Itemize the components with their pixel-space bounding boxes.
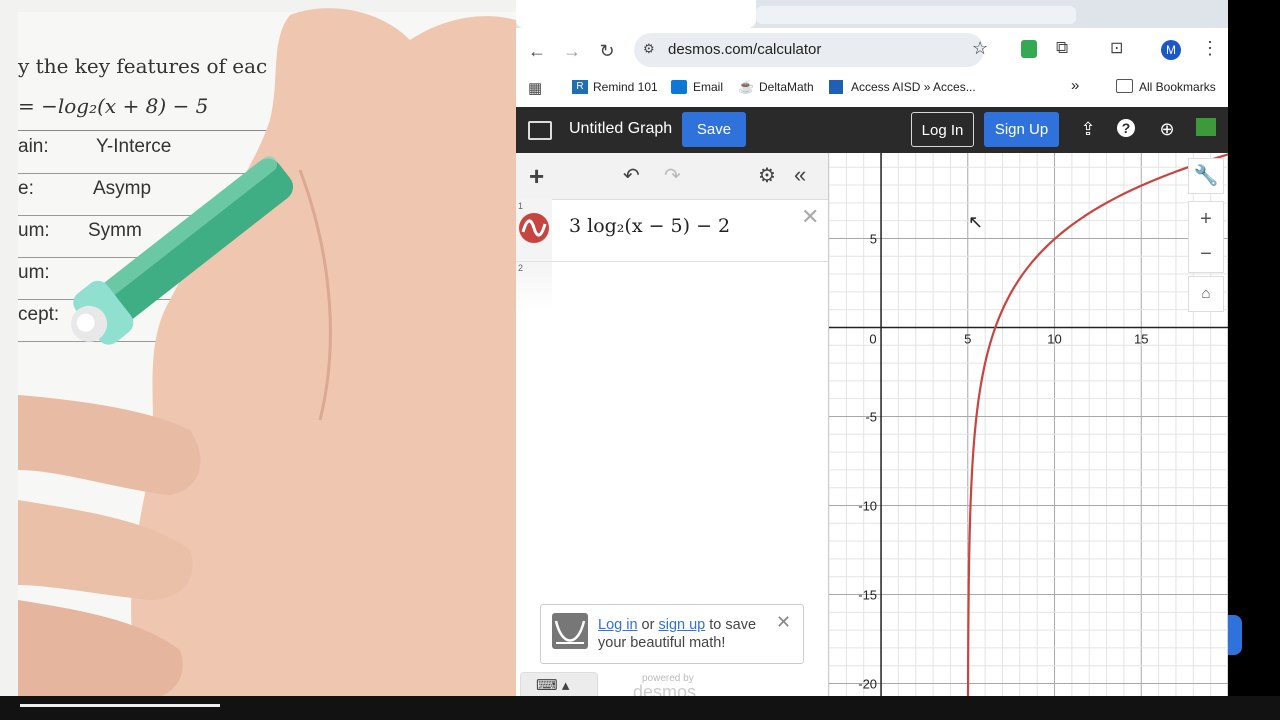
curve-color-icon[interactable] — [518, 212, 550, 244]
bookmark-aisd[interactable]: Access AISD » Acces... — [851, 80, 976, 94]
y-tick-label: -20 — [858, 677, 877, 692]
delete-expression-icon[interactable]: ✕ — [801, 204, 819, 230]
y-tick-label: -5 — [865, 409, 877, 424]
save-button[interactable]: Save — [682, 112, 746, 147]
extension-icon[interactable] — [1021, 40, 1037, 58]
x-tick-label: 10 — [1047, 331, 1061, 346]
toast-login-link[interactable]: Log in — [598, 617, 638, 633]
tab-search-icon[interactable]: ⊡ — [1110, 38, 1123, 58]
webcam-photo: y the key features of eac = −log₂(x + 8)… — [0, 0, 516, 720]
desktop-edge — [1228, 0, 1280, 720]
share-icon[interactable]: ⇪ — [1077, 118, 1099, 140]
toast-close-icon[interactable]: ✕ — [776, 612, 791, 633]
graph-paper[interactable]: 0 5 10 15 5 -5 -10 -15 -20 — [828, 153, 1228, 696]
folder-icon — [1116, 79, 1133, 93]
taskbar — [0, 696, 1280, 720]
x-tick-label: 0 — [869, 331, 876, 346]
progress-line — [20, 704, 220, 707]
expression-index: 1 — [518, 201, 524, 211]
side-tab-handle[interactable] — [1228, 615, 1242, 655]
bookmark-star-icon[interactable]: ☆ — [972, 38, 988, 59]
site-info-icon[interactable]: ⚙ — [643, 41, 655, 57]
browser-window: ← → ↻ ⚙ desmos.com/calculator ☆ ⧉ ⊡ M ⋮ … — [516, 0, 1228, 696]
expression-index: 2 — [518, 263, 524, 273]
kebab-menu-icon[interactable]: ⋮ — [1201, 38, 1219, 59]
default-viewport-home-icon[interactable]: ⌂ — [1188, 276, 1224, 312]
toast-signup-link[interactable]: sign up — [658, 617, 705, 633]
keyboard-icon: ⌨ ▴ — [536, 677, 570, 694]
x-tick-label: 15 — [1134, 331, 1148, 346]
extension-badge-icon[interactable] — [1196, 118, 1216, 136]
remind-icon: R — [572, 80, 588, 94]
login-button[interactable]: Log In — [911, 112, 974, 147]
zoom-controls: + − — [1188, 201, 1224, 273]
collapse-panel-icon[interactable]: « — [794, 162, 806, 188]
bookmark-deltamath[interactable]: DeltaMath — [759, 80, 814, 94]
graph-svg[interactable]: 0 5 10 15 5 -5 -10 -15 -20 — [828, 153, 1228, 696]
y-tick-label: -10 — [858, 499, 877, 514]
back-icon[interactable]: ← — [526, 40, 548, 62]
deltamath-icon: ☕ — [738, 79, 755, 94]
bookmarks-overflow[interactable]: » — [1071, 77, 1079, 94]
profile-avatar[interactable]: M — [1161, 40, 1181, 60]
desmos-wordmark: desmos — [633, 682, 697, 696]
forward-icon[interactable]: → — [561, 40, 583, 62]
settings-gear-icon[interactable]: ⚙ — [758, 163, 776, 188]
reload-icon[interactable]: ↻ — [596, 40, 618, 62]
add-expression-icon[interactable]: + — [529, 161, 544, 192]
help-icon[interactable]: ? — [1117, 119, 1135, 137]
puzzle-icon[interactable]: ⧉ — [1056, 38, 1068, 58]
zoom-in-icon[interactable]: + — [1189, 202, 1223, 237]
expression-formula[interactable]: 3 log₂(x − 5) − 2 — [569, 215, 730, 237]
bookmark-email[interactable]: Email — [693, 80, 723, 94]
all-bookmarks[interactable]: All Bookmarks — [1139, 80, 1216, 94]
mouse-cursor-icon: ↖ — [968, 212, 984, 232]
email-icon — [671, 80, 687, 94]
desmos-logo-icon — [552, 613, 588, 649]
graph-settings-wrench-icon[interactable]: 🔧 — [1188, 158, 1224, 194]
bookmark-remind[interactable]: Remind 101 — [593, 80, 658, 94]
zoom-out-icon[interactable]: − — [1189, 237, 1223, 272]
signup-button[interactable]: Sign Up — [984, 112, 1059, 147]
hand-and-pen — [18, 8, 516, 701]
undo-icon[interactable]: ↶ — [623, 163, 640, 188]
y-tick-label: 5 — [870, 231, 877, 246]
toast-message: Log in or sign up to save your beautiful… — [598, 617, 757, 651]
redo-icon[interactable]: ↷ — [664, 163, 681, 188]
apps-grid-icon[interactable]: ▦ — [528, 79, 542, 97]
aisd-icon — [829, 80, 843, 94]
folder-open-icon[interactable] — [528, 121, 552, 140]
url-text: desmos.com/calculator — [668, 41, 822, 58]
x-tick-label: 5 — [964, 331, 971, 346]
y-tick-label: -15 — [858, 588, 877, 603]
globe-icon[interactable]: ⊕ — [1156, 118, 1178, 140]
graph-title[interactable]: Untitled Graph — [569, 120, 672, 138]
tab-inactive[interactable] — [756, 6, 1076, 24]
tab-desmos[interactable] — [516, 0, 756, 28]
